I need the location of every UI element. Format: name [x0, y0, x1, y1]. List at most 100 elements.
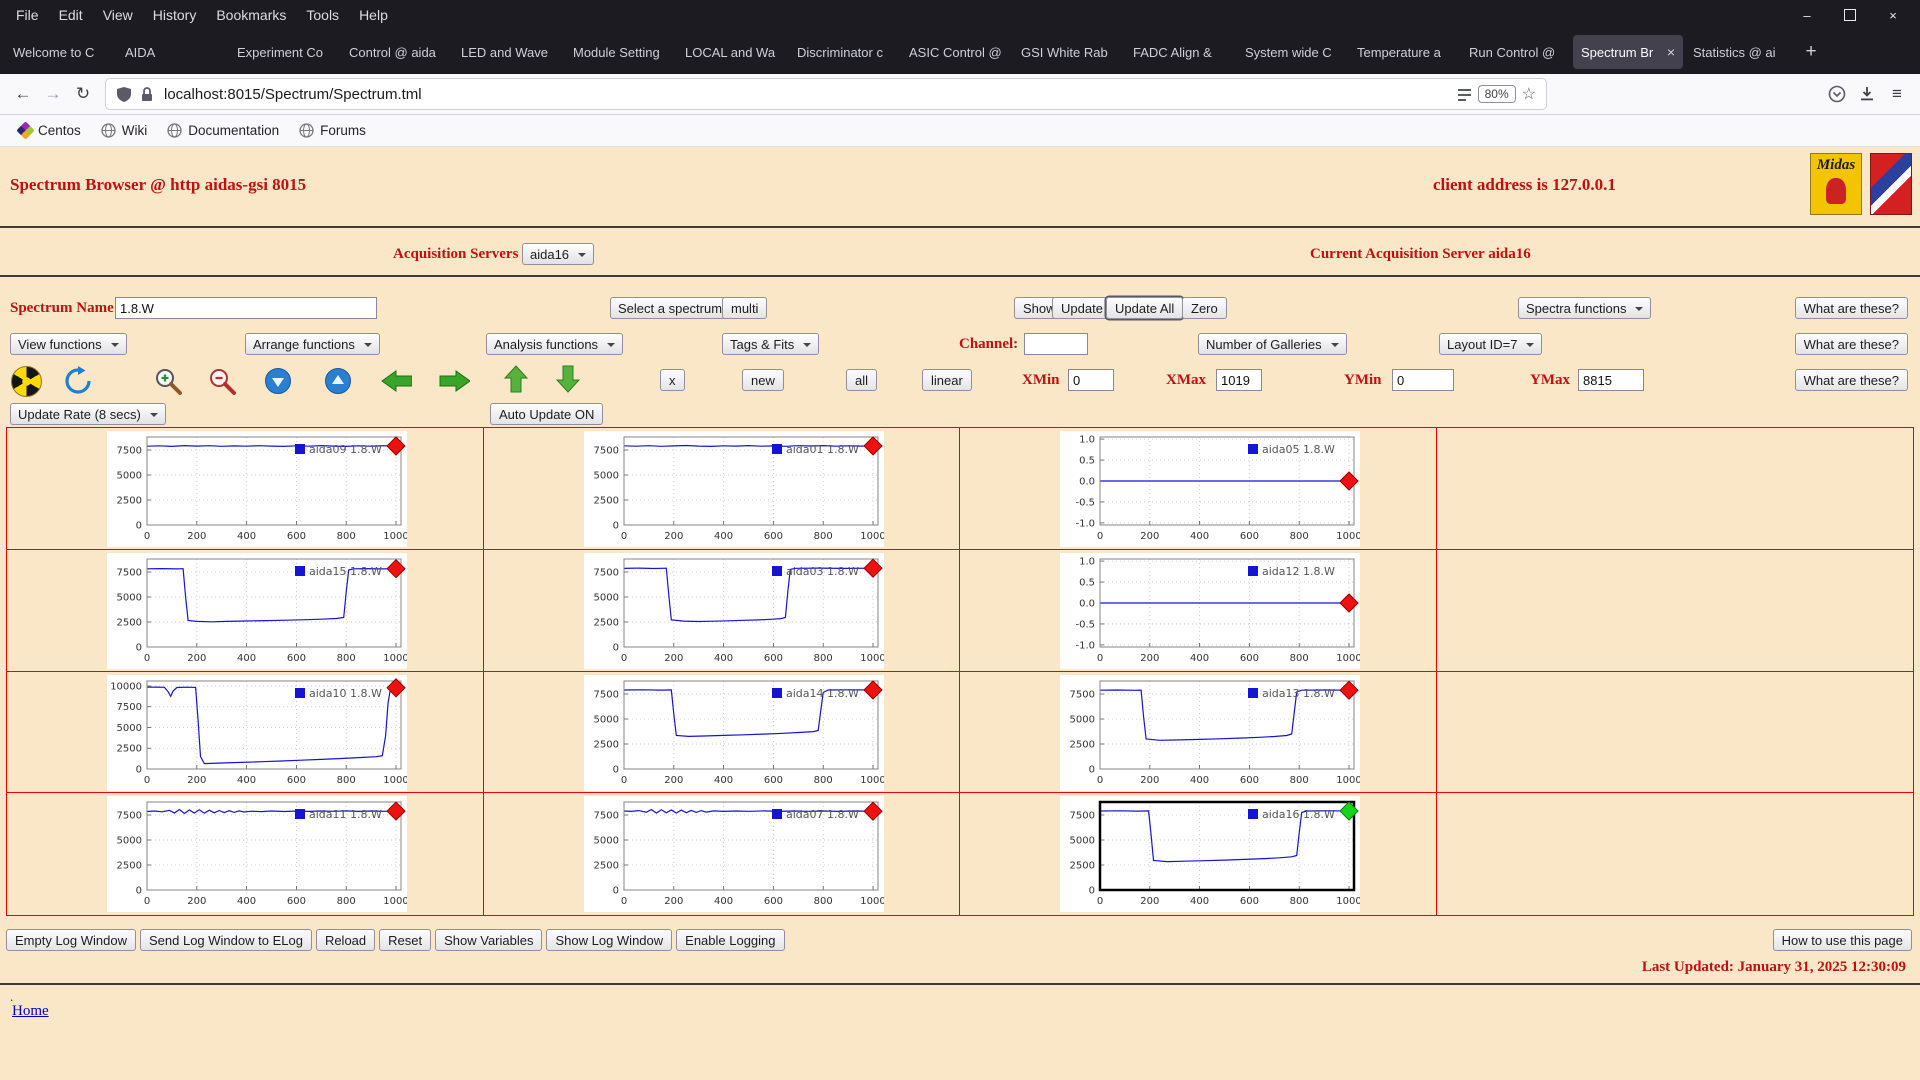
enable-logging-button[interactable]: Enable Logging: [676, 929, 785, 951]
spectrum-plot-aida14[interactable]: 0 200 400 600 800 1000 0 2500 5000 7500 aida14 1.8…: [583, 674, 885, 791]
home-link[interactable]: Home: [12, 1003, 49, 1020]
tab-statistics-ai[interactable]: Statistics @ ai: [1685, 35, 1795, 69]
reload-button[interactable]: Reload: [315, 929, 376, 951]
menu-history[interactable]: History: [143, 7, 207, 23]
minimize-icon[interactable]: –: [1800, 8, 1814, 23]
blue-circle-up-icon[interactable]: [322, 365, 354, 397]
green-arrow-right-icon[interactable]: [438, 365, 470, 397]
spectrum-plot-aida05[interactable]: 0 200 400 600 800 1000 -1.0 -0.5 0.0 0.5 1.0 aida05…: [1060, 431, 1362, 547]
bookmark-forums[interactable]: Forums: [290, 120, 375, 141]
xmin-input[interactable]: [1068, 369, 1114, 391]
tab-asic-control[interactable]: ASIC Control @: [901, 35, 1011, 69]
lock-icon[interactable]: [140, 86, 154, 103]
bookmark-wiki[interactable]: Wiki: [92, 120, 157, 141]
send-log-window-to-elog-button[interactable]: Send Log Window to ELog: [140, 929, 312, 951]
update-button[interactable]: Update: [1052, 297, 1112, 319]
menu-hamburger-icon[interactable]: ≡: [1882, 79, 1912, 109]
auto-update-button[interactable]: Auto Update ON: [490, 403, 604, 425]
radiation-icon[interactable]: [10, 365, 42, 397]
zoom-level-badge[interactable]: 80%: [1477, 85, 1516, 103]
spectrum-plot-aida16[interactable]: 0 200 400 600 800 1000 0 2500 5000 7500 aida16 1.8…: [1060, 796, 1362, 913]
all-button[interactable]: all: [846, 369, 878, 391]
blue-circle-down-icon[interactable]: [262, 365, 294, 397]
menu-file[interactable]: File: [6, 7, 49, 23]
spectrum-plot-aida09[interactable]: 0 200 400 600 800 1000 0 2500 5000 7500 aida09 1.8…: [107, 431, 409, 547]
xmax-input[interactable]: [1216, 369, 1262, 391]
forward-icon[interactable]: →: [38, 79, 68, 109]
refresh-icon[interactable]: [62, 365, 94, 397]
ymax-input[interactable]: [1578, 369, 1644, 391]
tab-close-icon[interactable]: ×: [1667, 44, 1675, 60]
show-log-window-button[interactable]: Show Log Window: [546, 929, 673, 951]
arrange-functions-select[interactable]: Arrange functions: [245, 333, 380, 355]
spectrum-plot-aida03[interactable]: 0 200 400 600 800 1000 0 2500 5000 7500 aida03 1.8…: [583, 552, 885, 669]
what-are-these-button-3[interactable]: What are these?: [1794, 369, 1908, 391]
tab-gsi-white-rab[interactable]: GSI White Rab: [1013, 35, 1123, 69]
spectra-functions-select[interactable]: Spectra functions: [1518, 297, 1652, 319]
tab-spectrum-br[interactable]: Spectrum Br ×: [1573, 35, 1683, 69]
menu-edit[interactable]: Edit: [49, 7, 93, 23]
reset-button[interactable]: Reset: [379, 929, 432, 951]
spectrum-name-input[interactable]: [115, 297, 377, 319]
tab-system-wide-c[interactable]: System wide C: [1237, 35, 1347, 69]
how-to-use-button[interactable]: How to use this page: [1772, 929, 1912, 951]
tab-discriminator-c[interactable]: Discriminator c: [789, 35, 899, 69]
green-arrow-down-icon[interactable]: [552, 363, 584, 395]
layout-id-select[interactable]: Layout ID=7: [1439, 333, 1543, 355]
tab-module-setting[interactable]: Module Setting: [565, 35, 675, 69]
green-arrow-left-icon[interactable]: [380, 365, 412, 397]
tab-local-and-wa[interactable]: LOCAL and Wa: [677, 35, 787, 69]
spectrum-plot-aida13[interactable]: 0 200 400 600 800 1000 0 2500 5000 7500 aida13 1.8…: [1060, 674, 1362, 791]
back-icon[interactable]: ←: [8, 79, 38, 109]
ymin-input[interactable]: [1392, 369, 1454, 391]
maximize-icon[interactable]: [1844, 9, 1856, 21]
what-are-these-button-1[interactable]: What are these?: [1794, 297, 1908, 319]
bookmark-star-icon[interactable]: ☆: [1522, 84, 1536, 104]
spectrum-plot-aida11[interactable]: 0 200 400 600 800 1000 0 2500 5000 7500 aida11 1.8…: [107, 796, 409, 913]
new-tab-button[interactable]: +: [1796, 37, 1826, 67]
number-of-galleries-select[interactable]: Number of Galleries: [1198, 333, 1347, 355]
spectrum-plot-aida07[interactable]: 0 200 400 600 800 1000 0 2500 5000 7500 aida07 1.8…: [583, 796, 885, 913]
menu-tools[interactable]: Tools: [296, 7, 349, 23]
view-functions-select[interactable]: View functions: [10, 333, 127, 355]
menu-help[interactable]: Help: [349, 7, 398, 23]
linear-button[interactable]: linear: [922, 369, 972, 391]
menu-view[interactable]: View: [93, 7, 143, 23]
tab-experiment-co[interactable]: Experiment Co: [229, 35, 339, 69]
acquisition-server-select[interactable]: aida16: [522, 243, 595, 265]
spectrum-plot-aida12[interactable]: 0 200 400 600 800 1000 -1.0 -0.5 0.0 0.5 1.0 aida12…: [1060, 552, 1362, 669]
reload-icon[interactable]: ↻: [68, 79, 98, 109]
empty-log-window-button[interactable]: Empty Log Window: [6, 929, 136, 951]
tab-welcome-to-c[interactable]: Welcome to C: [5, 35, 115, 69]
spectrum-plot-aida01[interactable]: 0 200 400 600 800 1000 0 2500 5000 7500 aida01 1.8…: [583, 431, 885, 547]
url-text[interactable]: localhost:8015/Spectrum/Spectrum.tml: [164, 86, 422, 103]
bookmark-centos[interactable]: Centos: [10, 120, 90, 141]
zoom-in-icon[interactable]: [152, 365, 184, 397]
shield-icon[interactable]: [116, 86, 132, 103]
bookmark-documentation[interactable]: Documentation: [158, 120, 288, 141]
spectrum-plot-aida10[interactable]: 0 200 400 600 800 1000 0 2500 5000 7500 10000 aida1…: [107, 674, 409, 791]
tags-fits-select[interactable]: Tags & Fits: [722, 333, 820, 355]
reader-mode-icon[interactable]: [1457, 87, 1472, 102]
update-all-button[interactable]: Update All: [1106, 297, 1184, 319]
x-button[interactable]: x: [660, 369, 685, 391]
what-are-these-button-2[interactable]: What are these?: [1794, 333, 1908, 355]
zoom-out-icon[interactable]: [206, 365, 238, 397]
tab-aida[interactable]: AIDA: [117, 35, 227, 69]
tab-temperature-a[interactable]: Temperature a: [1349, 35, 1459, 69]
channel-input[interactable]: [1024, 333, 1088, 355]
tab-control-aida[interactable]: Control @ aida: [341, 35, 451, 69]
zero-button[interactable]: Zero: [1182, 297, 1227, 319]
tab-fadc-align[interactable]: FADC Align &: [1125, 35, 1235, 69]
menu-bookmarks[interactable]: Bookmarks: [206, 7, 296, 23]
show-variables-button[interactable]: Show Variables: [435, 929, 543, 951]
close-icon[interactable]: ×: [1886, 8, 1900, 23]
downloads-icon[interactable]: [1852, 79, 1882, 109]
spectrum-plot-aida15[interactable]: 0 200 400 600 800 1000 0 2500 5000 7500 aida15 1.8…: [107, 552, 409, 669]
green-arrow-up-icon[interactable]: [500, 363, 532, 395]
tab-led-and-wave[interactable]: LED and Wave: [453, 35, 563, 69]
url-bar[interactable]: localhost:8015/Spectrum/Spectrum.tml 80%…: [106, 79, 1546, 109]
multi-button[interactable]: multi: [722, 297, 768, 319]
tab-run-control[interactable]: Run Control @: [1461, 35, 1571, 69]
update-rate-select[interactable]: Update Rate (8 secs): [10, 403, 166, 425]
